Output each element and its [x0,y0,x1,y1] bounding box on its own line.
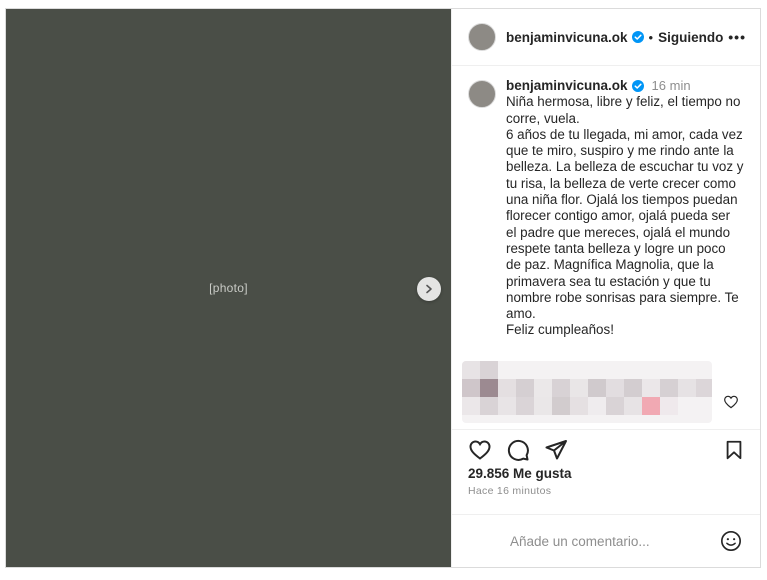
like-button[interactable] [468,438,492,462]
post-photo-placeholder: [photo] [209,281,248,295]
share-button[interactable] [544,438,568,462]
post-sidebar: benjaminvicuna.ok • Siguiendo ••• benjam… [452,9,760,567]
following-button[interactable]: Siguiendo [658,30,723,45]
comment-button[interactable] [506,438,530,462]
bookmark-icon [726,440,742,459]
like-comment-button[interactable] [723,394,739,410]
paper-plane-icon [545,439,567,459]
post-header: benjaminvicuna.ok • Siguiendo ••• [452,9,760,66]
heart-icon [724,395,738,409]
comment-bar [452,514,760,567]
caption-text: Niña hermosa, libre y feliz, el tiempo n… [506,94,744,338]
carousel-next-button[interactable] [417,277,441,301]
comment-icon [507,439,529,461]
blurred-comment [462,361,712,423]
caption-username[interactable]: benjaminvicuna.ok [506,78,628,94]
chevron-right-icon [426,284,432,294]
header-separator: • [648,29,654,45]
caption-header: benjaminvicuna.ok 16 min [506,78,744,94]
caption-body: benjaminvicuna.ok 16 min Niña hermosa, l… [506,78,744,339]
emoji-button[interactable] [720,530,742,552]
verified-badge-icon [631,80,644,93]
smiley-icon [721,531,741,551]
caption: benjaminvicuna.ok 16 min Niña hermosa, l… [452,66,760,339]
like-count[interactable]: 29.856 Me gusta [468,466,572,481]
pixelated-comment-graphic [462,361,712,423]
action-bar [452,429,760,469]
heart-icon [469,439,491,460]
post-photo[interactable]: [photo] [6,9,452,567]
post-timestamp: Hace 16 minutos [468,485,552,497]
instagram-post-frame: [photo] benjaminvicuna.ok • Siguiendo ••… [5,8,761,568]
save-button[interactable] [722,438,746,462]
caption-time: 16 min [651,78,691,93]
caption-avatar[interactable] [468,80,496,108]
more-options-button[interactable]: ••• [728,29,746,45]
verified-badge-icon [631,31,644,43]
comment-input[interactable] [510,533,710,549]
header-username[interactable]: benjaminvicuna.ok [506,30,628,45]
avatar[interactable] [468,23,496,51]
